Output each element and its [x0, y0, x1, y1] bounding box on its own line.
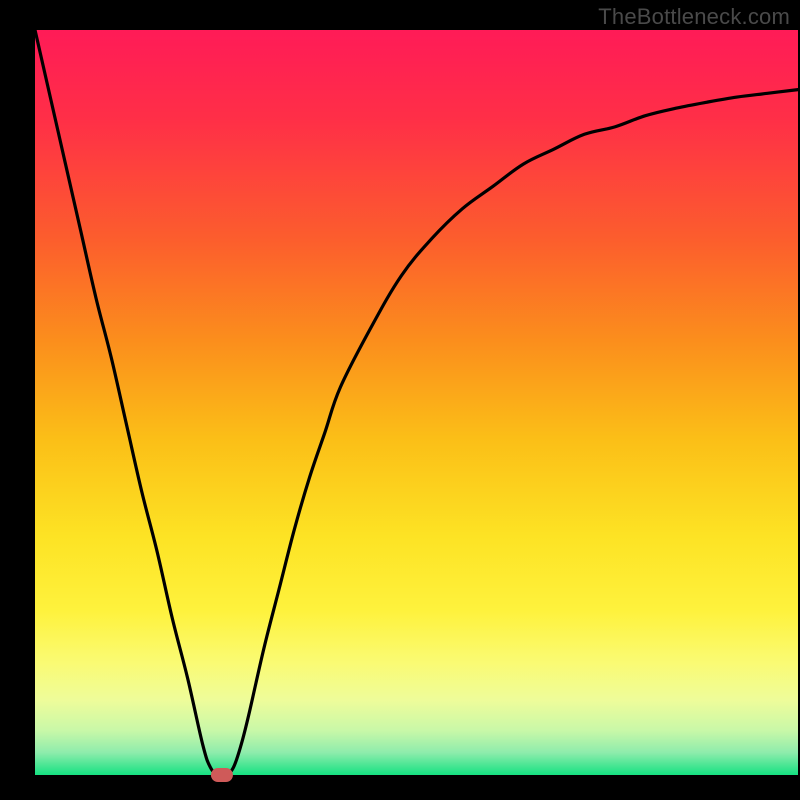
- plot-background: [35, 30, 798, 775]
- optimum-marker: [211, 768, 233, 782]
- chart-svg: [0, 0, 800, 800]
- attribution-text: TheBottleneck.com: [598, 4, 790, 30]
- chart-frame: TheBottleneck.com: [0, 0, 800, 800]
